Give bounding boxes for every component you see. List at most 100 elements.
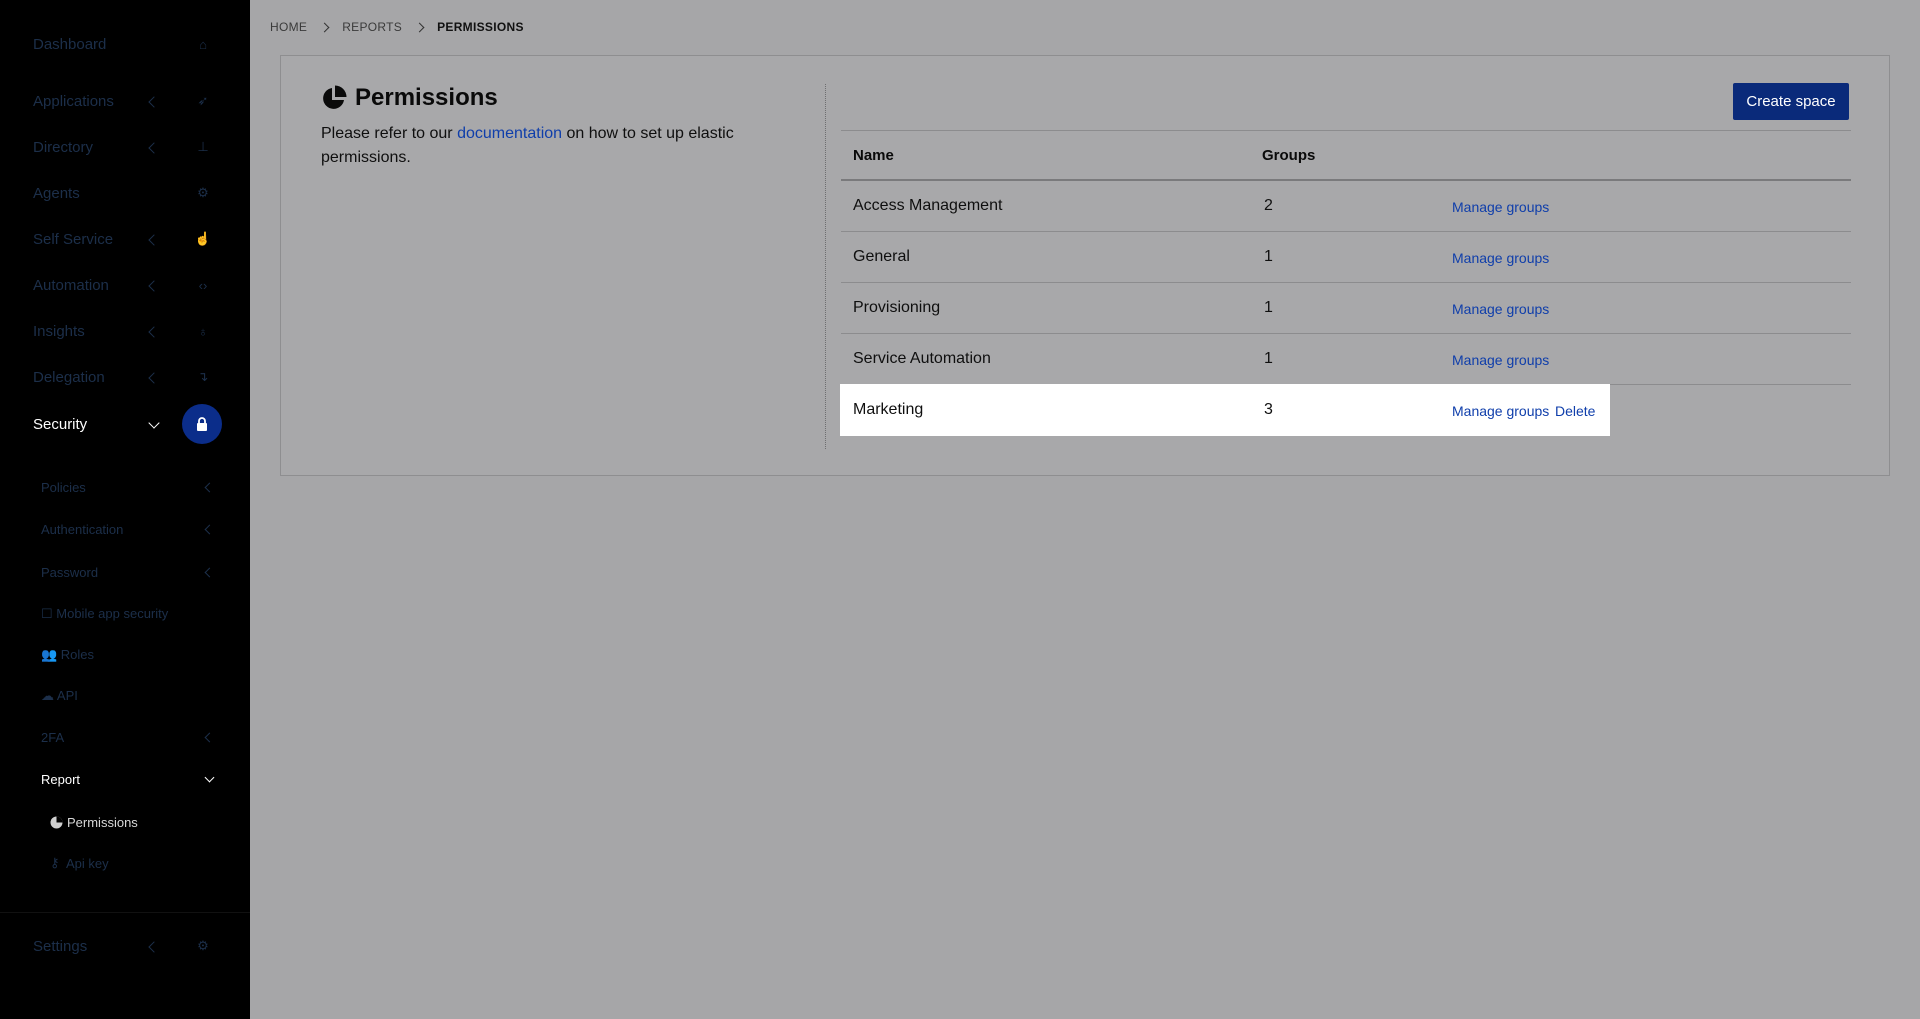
- nav-label: Dashboard: [33, 35, 107, 53]
- panel-divider: [825, 84, 826, 449]
- sub-policies[interactable]: Policies: [0, 469, 250, 505]
- chevron-left-icon: [204, 482, 215, 493]
- table-row-highlighted: Marketing 3 Manage groups Delete: [841, 385, 1609, 435]
- row-name: Access Management: [853, 197, 1003, 214]
- agents-icon: ⚙: [197, 185, 209, 200]
- gear-icon: ⚙: [197, 938, 209, 953]
- pie-chart-icon: [50, 816, 63, 829]
- subsub-label: Permissions: [67, 814, 138, 830]
- chevron-left-icon: [204, 524, 215, 535]
- permissions-card: Permissions Please refer to our document…: [280, 55, 1890, 476]
- nav-label: Applications: [33, 92, 114, 110]
- table-row: Service Automation 1 Manage groups: [841, 334, 1851, 385]
- chevron-left-icon: [204, 732, 215, 743]
- nav-directory[interactable]: Directory ⊥: [0, 124, 250, 170]
- breadcrumb: HOME REPORTS PERMISSIONS: [270, 20, 524, 34]
- chevron-left-icon: [204, 567, 215, 578]
- intro-text-part: Please refer to our: [321, 125, 458, 142]
- table-row: Provisioning 1 Manage groups: [841, 283, 1851, 334]
- chevron-left-icon: [148, 941, 160, 953]
- sub-mobile-app-security[interactable]: ☐ Mobile app security: [0, 596, 250, 632]
- home-icon: ⌂: [199, 36, 207, 52]
- manage-groups-link[interactable]: Manage groups: [1452, 352, 1549, 368]
- nav-label: Insights: [33, 322, 85, 340]
- column-header-groups: Groups: [1262, 147, 1316, 164]
- chevron-right-icon: [414, 22, 425, 32]
- breadcrumb-permissions: PERMISSIONS: [437, 20, 524, 34]
- manage-groups-link[interactable]: Manage groups: [1452, 250, 1549, 266]
- chevron-left-icon: [148, 280, 160, 292]
- sub-label: Policies: [41, 479, 86, 495]
- row-groups: 1: [1264, 248, 1273, 265]
- sub-report[interactable]: Report: [0, 761, 250, 797]
- sub-label: Password: [41, 564, 99, 580]
- nav-agents[interactable]: Agents ⚙: [0, 170, 250, 216]
- chevron-left-icon: [148, 372, 160, 384]
- row-groups: 1: [1264, 299, 1273, 316]
- sub-label: ☁ API: [41, 688, 78, 703]
- page-title: Permissions: [321, 84, 801, 112]
- lightbulb-icon: ♁: [198, 323, 208, 339]
- nav-label: Delegation: [33, 368, 105, 386]
- nav-self-service[interactable]: Self Service ☝: [0, 216, 250, 262]
- nav-label: Self Service: [33, 230, 114, 248]
- documentation-link[interactable]: documentation: [457, 125, 562, 142]
- chevron-left-icon: [148, 326, 160, 338]
- row-groups: 2: [1264, 197, 1273, 214]
- nav-settings[interactable]: Settings ⚙: [0, 923, 250, 969]
- table-row: Access Management 2 Manage groups: [841, 181, 1851, 232]
- nav-delegation[interactable]: Delegation ↴: [0, 354, 250, 400]
- sub-label: Report: [41, 771, 81, 787]
- sub-api[interactable]: ☁ API: [0, 678, 250, 714]
- row-name: Provisioning: [853, 299, 941, 316]
- manage-groups-link[interactable]: Manage groups: [1452, 301, 1549, 317]
- subsub-label: Api key: [66, 855, 109, 871]
- sub-label: ☐ Mobile app security: [41, 606, 169, 621]
- sitemap-icon: ⊥: [197, 139, 209, 154]
- intro-text: Please refer to our documentation on how…: [321, 122, 801, 170]
- sub-2fa[interactable]: 2FA: [0, 719, 250, 755]
- nav-automation[interactable]: Automation ‹›: [0, 262, 250, 308]
- nav-dashboard[interactable]: Dashboard ⌂: [0, 21, 250, 67]
- hand-icon: ☝: [194, 231, 212, 246]
- column-header-name: Name: [853, 147, 894, 164]
- pie-chart-icon: [323, 85, 347, 109]
- nav-label: Automation: [33, 276, 109, 294]
- subsub-permissions[interactable]: Permissions: [0, 805, 250, 839]
- permissions-table: Name Groups Access Management 2 Manage g…: [841, 130, 1851, 435]
- create-space-button[interactable]: Create space: [1733, 83, 1849, 120]
- breadcrumb-reports[interactable]: REPORTS: [342, 20, 402, 34]
- table-header: Name Groups: [841, 130, 1851, 181]
- chevron-left-icon: [148, 234, 160, 246]
- manage-groups-link[interactable]: Manage groups: [1452, 199, 1549, 215]
- subsub-api-key[interactable]: ⚷ Api key: [0, 846, 250, 880]
- nav-label: Agents: [33, 184, 80, 202]
- row-name: Marketing: [853, 401, 924, 418]
- chevron-down-icon: [148, 417, 160, 429]
- nav-label: Security: [33, 415, 88, 433]
- nav-label: Directory: [33, 138, 94, 156]
- nav-insights[interactable]: Insights ♁: [0, 308, 250, 354]
- rocket-icon: ➶: [197, 93, 209, 108]
- breadcrumb-home[interactable]: HOME: [270, 20, 307, 34]
- manage-groups-link[interactable]: Manage groups: [1452, 403, 1549, 419]
- chevron-left-icon: [148, 142, 160, 154]
- nav-label: Settings: [33, 937, 88, 955]
- delete-link[interactable]: Delete: [1555, 403, 1595, 419]
- sub-label: Authentication: [41, 521, 124, 537]
- row-name: Service Automation: [853, 350, 991, 367]
- nav-applications[interactable]: Applications ➶: [0, 78, 250, 124]
- nav-security[interactable]: Security: [0, 401, 250, 447]
- table-row: General 1 Manage groups: [841, 232, 1851, 283]
- intro-panel: Permissions Please refer to our document…: [321, 84, 801, 170]
- key-icon: ⚷: [50, 855, 60, 870]
- row-name: General: [853, 248, 910, 265]
- sub-label: 👥 Roles: [41, 647, 95, 662]
- sidebar: Dashboard ⌂ Applications ➶ Directory ⊥ A…: [0, 0, 250, 1019]
- sidebar-divider: [0, 912, 250, 913]
- row-groups: 1: [1264, 350, 1273, 367]
- sub-password[interactable]: Password: [0, 554, 250, 590]
- sub-authentication[interactable]: Authentication: [0, 511, 250, 547]
- sub-roles[interactable]: 👥 Roles: [0, 637, 250, 673]
- page-title-text: Permissions: [355, 84, 498, 111]
